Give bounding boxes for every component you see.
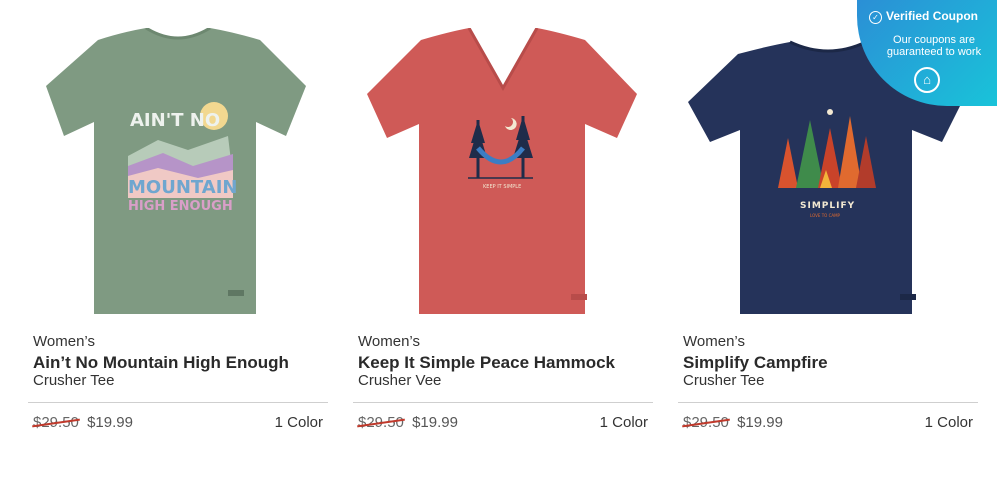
check-circle-icon: ✓ xyxy=(869,11,882,24)
price-row: $29.50 $19.99 1 Color xyxy=(33,414,323,431)
sale-price: $19.99 xyxy=(87,414,133,431)
product-image[interactable]: AIN'T NO MOUNTAIN HIGH ENOUGH xyxy=(28,28,328,324)
color-count[interactable]: 1 Color xyxy=(600,414,648,431)
product-image[interactable]: KEEP IT SIMPLE xyxy=(353,28,653,324)
tshirt-image: AIN'T NO MOUNTAIN HIGH ENOUGH xyxy=(46,28,306,314)
coupon-title: Verified Coupon xyxy=(886,9,979,23)
coupon-subtitle: Our coupons are guaranteed to work xyxy=(886,34,982,58)
coupon-tag-icon[interactable]: ⌂ xyxy=(914,67,940,93)
original-price: $29.50 xyxy=(683,414,729,431)
product-grid: AIN'T NO MOUNTAIN HIGH ENOUGH Women’s Ai… xyxy=(0,0,997,481)
graphic-text-1: KEEP IT SIMPLE xyxy=(483,184,521,190)
shirt-body xyxy=(367,28,637,314)
sale-price: $19.99 xyxy=(737,414,783,431)
graphic-text-1: SIMPLIFY xyxy=(800,201,855,211)
product-category: Women’s xyxy=(683,333,745,350)
sale-price: $19.99 xyxy=(412,414,458,431)
tshirt-image: KEEP IT SIMPLE xyxy=(367,28,637,314)
product-category: Women’s xyxy=(33,333,95,350)
graphic-text-2: LOVE TO CAMP xyxy=(810,213,841,218)
product-style: Crusher Tee xyxy=(683,372,765,389)
coupon-title-row: ✓ Verified Coupon xyxy=(869,9,978,24)
product-style: Crusher Vee xyxy=(358,372,442,389)
product-category: Women’s xyxy=(358,333,420,350)
product-style: Crusher Tee xyxy=(33,372,115,389)
original-price: $29.50 xyxy=(33,414,79,431)
product-card[interactable]: KEEP IT SIMPLE Women’s Keep It Simple Pe… xyxy=(353,0,653,460)
original-price: $29.50 xyxy=(358,414,404,431)
divider xyxy=(28,402,328,403)
graphic-text-1: AIN'T NO xyxy=(130,110,220,131)
product-card[interactable]: AIN'T NO MOUNTAIN HIGH ENOUGH Women’s Ai… xyxy=(28,0,328,460)
graphic-text-2: MOUNTAIN xyxy=(128,177,237,198)
divider xyxy=(678,402,978,403)
color-count[interactable]: 1 Color xyxy=(275,414,323,431)
divider xyxy=(353,402,653,403)
price-row: $29.50 $19.99 1 Color xyxy=(683,414,973,431)
graphic-text-3: HIGH ENOUGH xyxy=(128,199,233,214)
product-name[interactable]: Simplify Campfire xyxy=(683,353,828,373)
product-name[interactable]: Ain’t No Mountain High Enough xyxy=(33,353,289,373)
product-name[interactable]: Keep It Simple Peace Hammock xyxy=(358,353,615,373)
color-count[interactable]: 1 Color xyxy=(925,414,973,431)
price-row: $29.50 $19.99 1 Color xyxy=(358,414,648,431)
